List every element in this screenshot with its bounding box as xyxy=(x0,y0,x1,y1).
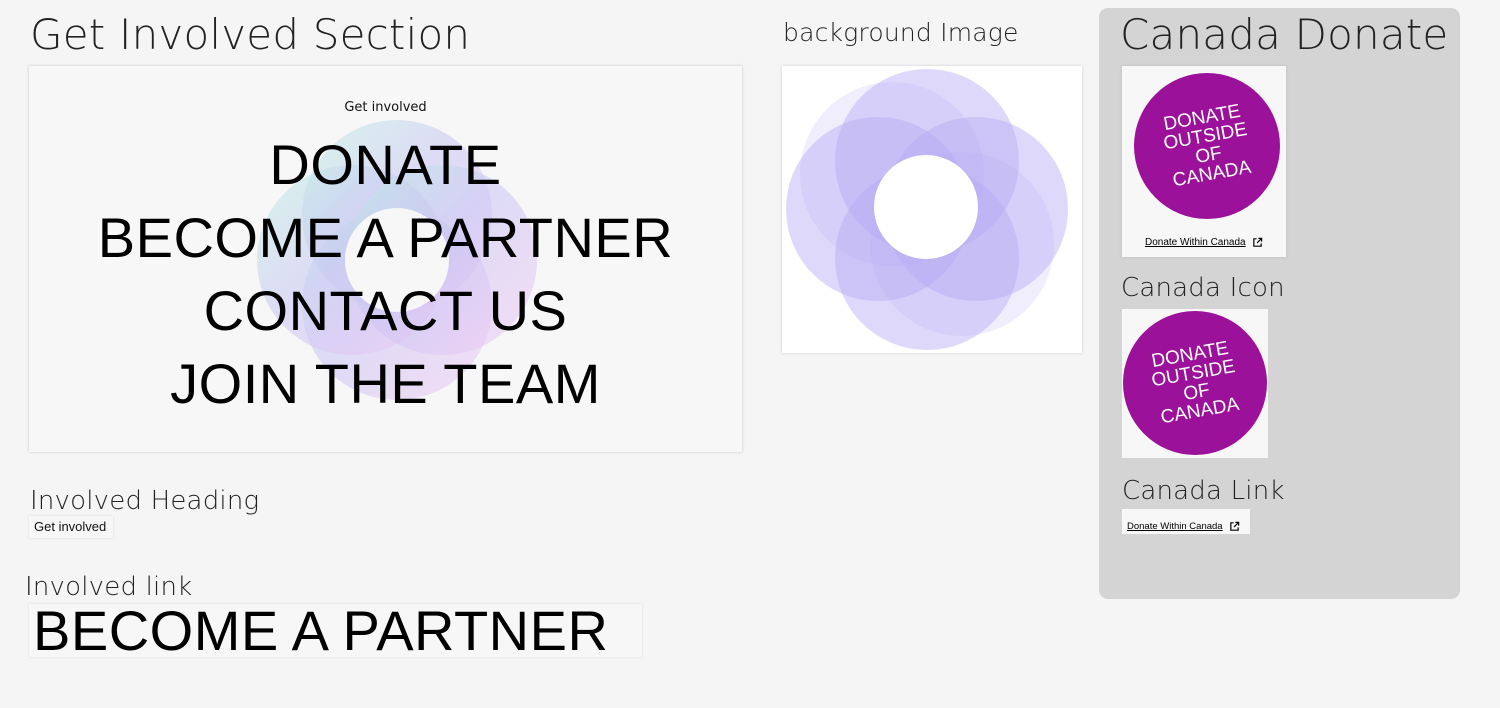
canada-link[interactable]: Donate Within Canada xyxy=(1127,521,1240,532)
involved-heading-text: Get involved xyxy=(34,519,107,534)
get-involved-eyebrow: Get involved xyxy=(344,100,427,115)
external-link-icon xyxy=(1229,521,1239,531)
canada-icon-text: DONATE OUTSIDE OF CANADA xyxy=(1112,300,1279,467)
canada-link-card: Donate Within Canada xyxy=(1122,509,1250,534)
become-partner-link[interactable]: BECOME A PARTNER xyxy=(29,201,742,274)
background-image xyxy=(782,66,1082,353)
donate-within-canada-text: Donate Within Canada xyxy=(1145,237,1246,248)
join-team-link[interactable]: JOIN THE TEAM xyxy=(29,347,742,420)
get-involved-links: DONATE BECOME A PARTNER CONTACT US JOIN … xyxy=(29,128,742,420)
canada-donate-card: DONATE OUTSIDE OF CANADA Donate Within C… xyxy=(1122,66,1286,257)
contact-us-link[interactable]: CONTACT US xyxy=(29,274,742,347)
canada-icon-label: Canada Icon xyxy=(1121,273,1285,303)
section-title: Get Involved Section xyxy=(30,10,471,59)
external-link-icon xyxy=(1252,237,1262,247)
donate-within-canada-link[interactable]: Donate Within Canada xyxy=(1145,237,1263,248)
involved-heading-card: Get involved xyxy=(29,516,113,538)
background-image-label: background Image xyxy=(783,18,1019,47)
canada-link-wrap: Donate Within Canada xyxy=(1122,509,1250,533)
badge-line: CANADA xyxy=(1171,156,1253,192)
badge-line: CANADA xyxy=(1159,393,1241,429)
canada-icon-card: DONATE OUTSIDE OF CANADA xyxy=(1122,309,1268,458)
involved-heading-label: Involved Heading xyxy=(30,486,260,516)
donate-link[interactable]: DONATE xyxy=(29,128,742,201)
canada-link-label: Canada Link xyxy=(1122,476,1285,506)
donate-within-canada-link-wrap: Donate Within Canada xyxy=(1145,230,1263,249)
badge-text: DONATE OUTSIDE OF CANADA xyxy=(1122,61,1291,230)
donate-outside-badge[interactable]: DONATE OUTSIDE OF CANADA xyxy=(1134,73,1280,219)
get-involved-card: Get involved DONATE BECOME A PARTNER CON… xyxy=(29,66,742,452)
involved-link-label: Involved link xyxy=(25,572,193,602)
involved-link[interactable]: BECOME A PARTNER xyxy=(29,599,608,662)
canada-donate-title: Canada Donate xyxy=(1120,10,1449,59)
canada-icon-badge[interactable]: DONATE OUTSIDE OF CANADA xyxy=(1123,311,1267,455)
involved-link-card: BECOME A PARTNER xyxy=(29,603,642,659)
ring-image xyxy=(786,69,1068,350)
canada-link-text: Donate Within Canada xyxy=(1127,521,1223,532)
